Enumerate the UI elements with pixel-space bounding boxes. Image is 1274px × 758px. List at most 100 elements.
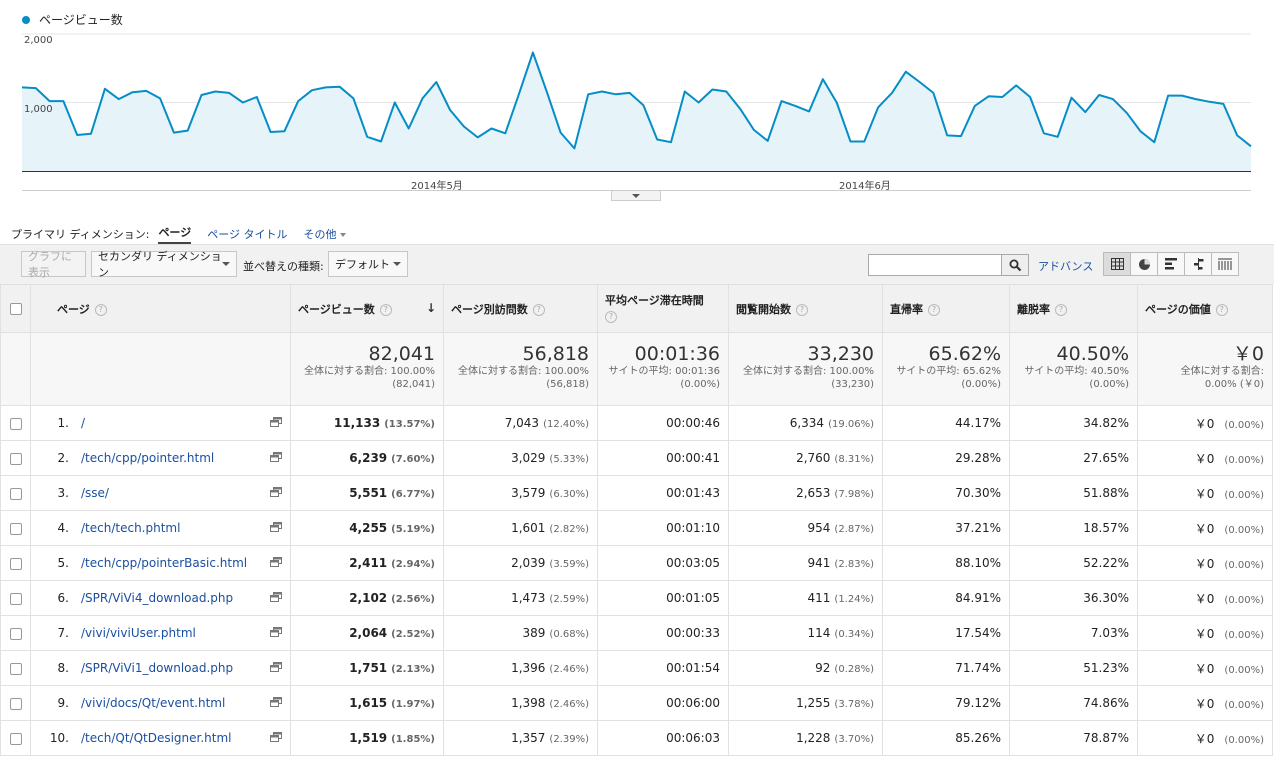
open-in-new-window-icon[interactable] — [270, 696, 282, 711]
unique-pageviews-value: 1,473 — [511, 591, 546, 605]
open-in-new-window-icon[interactable] — [270, 556, 282, 571]
bar-list-icon — [1164, 258, 1177, 270]
pageviews-cell: 1,751 (2.13%) — [290, 650, 444, 686]
dimension-page-title[interactable]: ページ タイトル — [207, 226, 287, 242]
entrances-cell: 6,334 (19.06%) — [728, 405, 883, 441]
avg-time-value: 00:06:00 — [666, 696, 720, 710]
pageviews-value: 1,615 — [349, 696, 388, 710]
unique-pageviews-value: 389 — [522, 626, 546, 640]
open-in-new-window-icon[interactable] — [270, 661, 282, 676]
row-check-cell — [0, 475, 31, 511]
page-link[interactable]: /tech/cpp/pointer.html — [81, 451, 214, 465]
exit-rate-value: 78.87% — [1083, 731, 1129, 745]
row-checkbox[interactable] — [9, 452, 22, 465]
avg-time-value: 00:01:43 — [666, 486, 720, 500]
bounce-rate-cell: 85.26% — [882, 720, 1010, 756]
col-header-avg-time[interactable]: 平均ページ滞在時間? — [597, 284, 729, 333]
col-header-pageviews[interactable]: ページビュー数? ↓ — [290, 284, 444, 333]
entrances-percent: (0.34%) — [834, 629, 874, 640]
row-checkbox[interactable] — [9, 627, 22, 640]
total-exit-rate: 40.50% サイトの平均: 40.50% (0.00%) — [1009, 332, 1138, 406]
col-header-entrances[interactable]: 閲覧開始数? — [728, 284, 883, 333]
row-checkbox[interactable] — [9, 417, 22, 430]
open-in-new-window-icon[interactable] — [270, 591, 282, 606]
table-search-input[interactable] — [868, 254, 1002, 276]
help-icon[interactable]: ? — [532, 303, 545, 316]
row-checkbox[interactable] — [9, 487, 22, 500]
page-link[interactable]: /tech/cpp/pointerBasic.html — [81, 556, 247, 570]
help-icon[interactable]: ? — [928, 303, 940, 316]
row-checkbox[interactable] — [9, 662, 22, 675]
dimension-other-dropdown[interactable]: その他 — [304, 226, 346, 242]
col-header-unique-pageviews[interactable]: ページ別訪問数? — [443, 284, 598, 333]
view-pie-button[interactable] — [1130, 252, 1158, 276]
row-rank: 3. — [57, 485, 69, 500]
page-link[interactable]: /SPR/ViVi4_download.php — [81, 591, 233, 605]
open-in-new-window-icon[interactable] — [270, 416, 282, 431]
legend-dot — [22, 15, 30, 24]
pageviews-value: 4,255 — [349, 521, 388, 535]
unique-pageviews-cell: 1,396 (2.46%) — [443, 650, 598, 686]
help-icon[interactable]: ? — [1215, 303, 1228, 316]
open-in-new-window-icon[interactable] — [270, 486, 282, 501]
exit-rate-value: 51.23% — [1083, 661, 1129, 675]
plot-rows-button[interactable]: グラフに表示 — [21, 250, 86, 279]
row-rank: 6. — [57, 590, 69, 605]
page-link[interactable]: /tech/Qt/QtDesigner.html — [81, 731, 232, 745]
pie-chart-icon — [1138, 258, 1150, 270]
view-pivot-button[interactable] — [1211, 252, 1239, 276]
chart-legend[interactable]: ページビュー数 — [22, 11, 123, 28]
page-link[interactable]: /tech/tech.phtml — [81, 521, 180, 535]
entrances-value: 941 — [807, 556, 831, 570]
caret-down-icon — [339, 233, 346, 237]
col-header-page[interactable]: ページ? — [30, 284, 291, 333]
secondary-dimension-dropdown[interactable]: セカンダリ ディメンション — [91, 250, 237, 279]
entrances-value: 411 — [807, 591, 831, 605]
caret-down-icon — [222, 262, 230, 266]
advanced-filter-link[interactable]: アドバンス — [1038, 258, 1093, 274]
help-icon[interactable]: ? — [605, 310, 617, 323]
bounce-rate-value: 44.17% — [955, 416, 1001, 430]
col-header-exit-rate[interactable]: 離脱率? — [1009, 284, 1138, 333]
row-checkbox[interactable] — [9, 592, 22, 605]
page-link[interactable]: /vivi/viviUser.phtml — [81, 626, 196, 640]
col-header-bounce-rate[interactable]: 直帰率? — [882, 284, 1010, 333]
select-all-checkbox[interactable] — [9, 303, 22, 315]
page-link[interactable]: / — [81, 416, 85, 430]
row-checkbox[interactable] — [9, 697, 22, 710]
row-checkbox[interactable] — [9, 732, 22, 745]
table-row: 2. /tech/cpp/pointer.html 6,239 (7.60%) 3,… — [0, 440, 1273, 476]
total-note: (33,230) — [831, 379, 874, 390]
help-icon[interactable]: ? — [94, 303, 107, 316]
open-in-new-window-icon[interactable] — [270, 451, 282, 466]
total-note: 全体に対する割合: — [1180, 366, 1264, 377]
bounce-rate-value: 70.30% — [955, 486, 1001, 500]
col-header-page-value[interactable]: ページの価値? — [1137, 284, 1273, 333]
page-link[interactable]: /sse/ — [81, 486, 109, 500]
sort-type-dropdown[interactable]: デフォルト — [328, 251, 408, 277]
row-checkbox[interactable] — [9, 522, 22, 535]
view-comparison-button[interactable] — [1184, 252, 1212, 276]
view-performance-button[interactable] — [1157, 252, 1185, 276]
dimension-page[interactable]: ページ — [158, 224, 192, 244]
help-icon[interactable]: ? — [379, 303, 392, 316]
total-value: ￥0 — [1232, 343, 1264, 365]
bounce-rate-value: 85.26% — [955, 731, 1001, 745]
open-in-new-window-icon[interactable] — [270, 521, 282, 536]
row-checkbox[interactable] — [9, 557, 22, 570]
search-button[interactable] — [1001, 254, 1029, 276]
unique-pageviews-value: 2,039 — [511, 556, 546, 570]
total-avg-time: 00:01:36 サイトの平均: 00:01:36 (0.00%) — [597, 332, 729, 406]
page-link[interactable]: /SPR/ViVi1_download.php — [81, 661, 233, 675]
pageviews-cell: 5,551 (6.77%) — [290, 475, 444, 511]
page-link[interactable]: /vivi/docs/Qt/event.html — [81, 696, 225, 710]
row-check-cell — [0, 685, 31, 721]
page-cell: 8. /SPR/ViVi1_download.php — [30, 650, 291, 686]
chart-collapse-toggle[interactable] — [611, 191, 661, 201]
bounce-rate-value: 79.12% — [955, 696, 1001, 710]
help-icon[interactable]: ? — [796, 303, 808, 316]
open-in-new-window-icon[interactable] — [270, 626, 282, 641]
view-table-button[interactable] — [1103, 252, 1131, 276]
open-in-new-window-icon[interactable] — [270, 731, 282, 746]
help-icon[interactable]: ? — [1055, 303, 1067, 316]
